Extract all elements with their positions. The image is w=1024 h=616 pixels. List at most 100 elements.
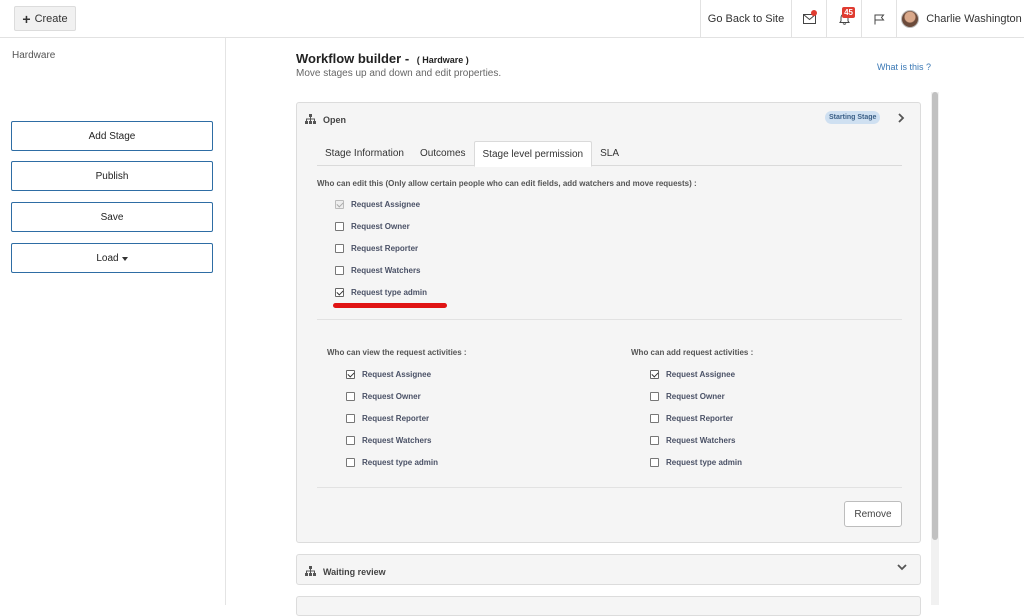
checkbox[interactable]	[650, 414, 659, 423]
checkbox[interactable]	[346, 392, 355, 401]
page-description: Move stages up and down and edit propert…	[296, 68, 502, 79]
top-right-nav: Go Back to Site 45 Charlie Washington	[700, 0, 1024, 38]
checkbox[interactable]	[650, 370, 659, 379]
create-label: Create	[34, 12, 68, 25]
add-option-assignee[interactable]: Request Assignee	[650, 370, 735, 379]
caret-down-icon	[121, 256, 128, 261]
option-label: Request type admin	[666, 458, 743, 467]
sitemap-icon	[305, 566, 316, 576]
load-dropdown-button[interactable]: Load	[11, 243, 213, 273]
stage-panel-open: Open Starting Stage Stage Information Ou…	[296, 102, 921, 543]
user-name: Charlie Washington	[926, 13, 1022, 25]
top-bar: + Create Go Back to Site 45 Charlie Wash…	[0, 0, 1024, 38]
stage-name: Open	[323, 115, 347, 125]
plus-icon: +	[22, 10, 31, 27]
edit-option-assignee[interactable]: Request Assignee	[335, 200, 420, 209]
notifications-button[interactable]: 45	[826, 0, 861, 38]
add-option-type-admin[interactable]: Request type admin	[650, 458, 742, 467]
sitemap-icon	[305, 114, 316, 124]
edit-option-type-admin[interactable]: Request type admin	[335, 288, 427, 297]
option-label: Request Watchers	[362, 436, 432, 445]
checkbox[interactable]	[335, 200, 344, 209]
divider	[317, 319, 902, 320]
edit-option-reporter[interactable]: Request Reporter	[335, 244, 418, 253]
checkbox[interactable]	[335, 244, 344, 253]
scrollbar[interactable]	[931, 92, 939, 605]
flag-icon	[874, 14, 885, 24]
divider	[317, 487, 902, 488]
add-activities-label: Who can add request activities :	[631, 348, 754, 357]
flag-button[interactable]	[861, 0, 896, 38]
unread-dot	[811, 10, 817, 16]
avatar	[901, 10, 920, 28]
option-label: Request Owner	[666, 392, 725, 401]
publish-label: Publish	[95, 170, 129, 182]
checkbox[interactable]	[346, 458, 355, 467]
view-option-assignee[interactable]: Request Assignee	[346, 370, 431, 379]
page-title-text: Workflow builder -	[296, 51, 410, 66]
load-label: Load	[96, 252, 119, 264]
tab-stage-level-permission[interactable]: Stage level permission	[473, 141, 593, 167]
go-back-label: Go Back to Site	[707, 13, 785, 25]
save-label: Save	[100, 211, 124, 223]
add-option-watchers[interactable]: Request Watchers	[650, 436, 736, 445]
add-stage-label: Add Stage	[88, 130, 136, 142]
view-option-watchers[interactable]: Request Watchers	[346, 436, 432, 445]
chevron-right-icon[interactable]	[897, 112, 905, 124]
option-label: Request Reporter	[362, 414, 430, 423]
option-label: Request type admin	[351, 288, 428, 297]
highlight-underline	[333, 303, 447, 308]
stage-tabs: Stage Information Outcomes Stage level p…	[317, 141, 902, 167]
checkbox[interactable]	[650, 436, 659, 445]
scrollbar-thumb[interactable]	[932, 92, 938, 540]
starting-stage-badge: Starting Stage	[825, 111, 881, 124]
option-label: Request Watchers	[666, 436, 736, 445]
option-label: Request Watchers	[351, 266, 421, 275]
stage-header[interactable]: Open Starting Stage	[297, 103, 920, 135]
notification-count-badge: 45	[842, 7, 855, 18]
edit-option-owner[interactable]: Request Owner	[335, 222, 410, 231]
option-label: Request Assignee	[666, 370, 736, 379]
checkbox[interactable]	[650, 458, 659, 467]
option-label: Request Reporter	[351, 244, 419, 253]
option-label: Request Reporter	[666, 414, 734, 423]
option-label: Request Owner	[362, 392, 421, 401]
messages-button[interactable]	[791, 0, 826, 38]
stage-panel-waiting-review[interactable]: Waiting review	[296, 554, 921, 585]
add-option-reporter[interactable]: Request Reporter	[650, 414, 733, 423]
tab-stage-information[interactable]: Stage Information	[317, 141, 412, 166]
checkbox[interactable]	[346, 436, 355, 445]
page-subtitle: ( Hardware )	[416, 55, 469, 65]
tab-outcomes[interactable]: Outcomes	[412, 141, 474, 166]
sidebar: Hardware Add Stage Publish Save Load	[0, 38, 226, 605]
option-label: Request Assignee	[351, 200, 421, 209]
checkbox[interactable]	[650, 392, 659, 401]
edit-permission-label: Who can edit this (Only allow certain pe…	[317, 179, 697, 188]
option-label: Request Owner	[351, 222, 410, 231]
view-option-type-admin[interactable]: Request type admin	[346, 458, 438, 467]
stage-name: Waiting review	[323, 567, 386, 577]
checkbox[interactable]	[346, 414, 355, 423]
save-button[interactable]: Save	[11, 202, 213, 232]
tab-sla[interactable]: SLA	[592, 141, 627, 166]
checkbox[interactable]	[335, 266, 344, 275]
view-option-owner[interactable]: Request Owner	[346, 392, 421, 401]
create-button[interactable]: + Create	[14, 6, 76, 31]
add-stage-button[interactable]: Add Stage	[11, 121, 213, 151]
checkbox[interactable]	[335, 288, 344, 297]
view-option-reporter[interactable]: Request Reporter	[346, 414, 429, 423]
sidebar-title: Hardware	[12, 50, 56, 61]
checkbox[interactable]	[335, 222, 344, 231]
add-option-owner[interactable]: Request Owner	[650, 392, 725, 401]
stage-panel-next[interactable]	[296, 596, 921, 616]
user-menu[interactable]: Charlie Washington	[896, 0, 1024, 38]
page-title: Workflow builder - ( Hardware )	[296, 51, 469, 66]
help-link[interactable]: What is this ?	[877, 62, 931, 72]
edit-option-watchers[interactable]: Request Watchers	[335, 266, 421, 275]
checkbox[interactable]	[346, 370, 355, 379]
remove-stage-button[interactable]: Remove	[844, 501, 902, 527]
publish-button[interactable]: Publish	[11, 161, 213, 191]
chevron-down-icon[interactable]	[896, 562, 908, 572]
option-label: Request type admin	[362, 458, 439, 467]
go-back-link[interactable]: Go Back to Site	[700, 0, 791, 38]
